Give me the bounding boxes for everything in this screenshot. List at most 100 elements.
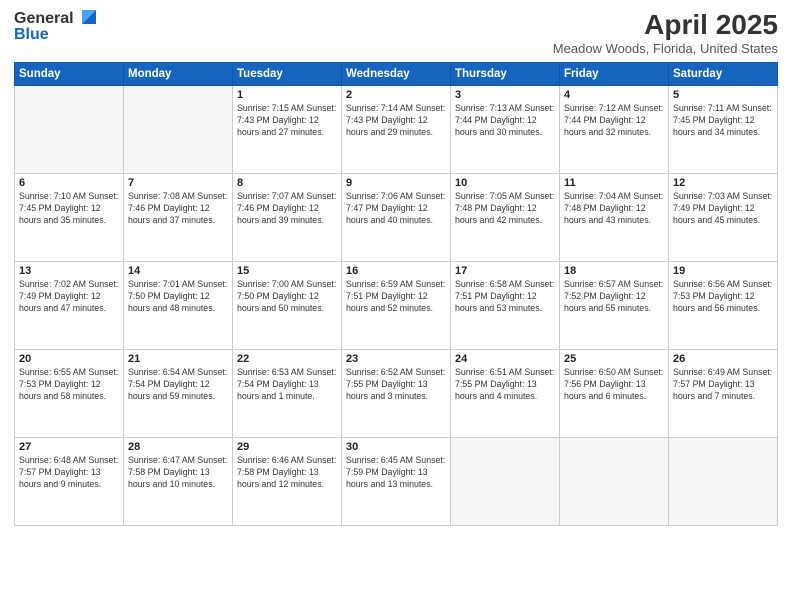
calendar-week-2: 6Sunrise: 7:10 AM Sunset: 7:45 PM Daylig… bbox=[15, 173, 778, 261]
calendar-cell: 12 Sunrise: 7:03 AM Sunset: 7:49 PM Dayli… bbox=[669, 173, 778, 261]
calendar-cell: 9 Sunrise: 7:06 AM Sunset: 7:47 PM Daylig… bbox=[342, 173, 451, 261]
day-info: Sunrise: 7:00 AM Sunset: 7:50 PM Dayligh… bbox=[237, 279, 337, 315]
day-number: 23 bbox=[346, 353, 446, 365]
day-number: 21 bbox=[128, 353, 228, 365]
day-info: Sunrise: 6:54 AM Sunset: 7:54 PM Dayligh… bbox=[128, 367, 228, 403]
day-number: 24 bbox=[455, 353, 555, 365]
calendar-cell: 25Sunrise: 6:50 AM Sunset: 7:56 PM Dayli… bbox=[560, 349, 669, 437]
logo: General Blue bbox=[14, 10, 98, 44]
calendar-cell: 21 Sunrise: 6:54 AM Sunset: 7:54 PM Dayli… bbox=[124, 349, 233, 437]
calendar-cell bbox=[451, 437, 560, 525]
day-number: 20 bbox=[19, 353, 119, 365]
day-header-monday: Monday bbox=[124, 62, 233, 85]
day-number: 28 bbox=[128, 441, 228, 453]
day-header-tuesday: Tuesday bbox=[233, 62, 342, 85]
calendar-week-5: 27 Sunrise: 6:48 AM Sunset: 7:57 PM Dayli… bbox=[15, 437, 778, 525]
day-info: Sunrise: 6:53 AM Sunset: 7:54 PM Dayligh… bbox=[237, 367, 337, 403]
day-number: 22 bbox=[237, 353, 337, 365]
day-info: Sunrise: 6:49 AM Sunset: 7:57 PM Dayligh… bbox=[673, 367, 773, 403]
calendar-cell: 5 Sunrise: 7:11 AM Sunset: 7:45 PM Daylig… bbox=[669, 85, 778, 173]
day-number: 1 bbox=[237, 89, 337, 101]
logo-blue: Blue bbox=[14, 26, 49, 44]
day-info: Sunrise: 7:12 AM Sunset: 7:44 PM Dayligh… bbox=[564, 103, 664, 139]
calendar-cell: 6Sunrise: 7:10 AM Sunset: 7:45 PM Daylig… bbox=[15, 173, 124, 261]
day-info: Sunrise: 7:02 AM Sunset: 7:49 PM Dayligh… bbox=[19, 279, 119, 315]
day-info: Sunrise: 7:04 AM Sunset: 7:48 PM Dayligh… bbox=[564, 191, 664, 227]
day-number: 17 bbox=[455, 265, 555, 277]
day-number: 6 bbox=[19, 177, 119, 189]
day-number: 26 bbox=[673, 353, 773, 365]
day-info: Sunrise: 7:14 AM Sunset: 7:43 PM Dayligh… bbox=[346, 103, 446, 139]
page-subtitle: Meadow Woods, Florida, United States bbox=[553, 41, 778, 56]
title-block: April 2025 Meadow Woods, Florida, United… bbox=[553, 10, 778, 56]
day-number: 19 bbox=[673, 265, 773, 277]
calendar-cell: 16 Sunrise: 6:59 AM Sunset: 7:51 PM Dayli… bbox=[342, 261, 451, 349]
calendar-cell: 11 Sunrise: 7:04 AM Sunset: 7:48 PM Dayli… bbox=[560, 173, 669, 261]
page-title: April 2025 bbox=[553, 10, 778, 41]
calendar-cell bbox=[669, 437, 778, 525]
calendar-cell: 10 Sunrise: 7:05 AM Sunset: 7:48 PM Dayli… bbox=[451, 173, 560, 261]
day-header-thursday: Thursday bbox=[451, 62, 560, 85]
day-info: Sunrise: 7:06 AM Sunset: 7:47 PM Dayligh… bbox=[346, 191, 446, 227]
calendar-cell: 15 Sunrise: 7:00 AM Sunset: 7:50 PM Dayli… bbox=[233, 261, 342, 349]
day-number: 3 bbox=[455, 89, 555, 101]
day-info: Sunrise: 6:51 AM Sunset: 7:55 PM Dayligh… bbox=[455, 367, 555, 403]
day-number: 29 bbox=[237, 441, 337, 453]
day-info: Sunrise: 6:52 AM Sunset: 7:55 PM Dayligh… bbox=[346, 367, 446, 403]
day-info: Sunrise: 7:05 AM Sunset: 7:48 PM Dayligh… bbox=[455, 191, 555, 227]
day-number: 7 bbox=[128, 177, 228, 189]
calendar-cell: 3 Sunrise: 7:13 AM Sunset: 7:44 PM Daylig… bbox=[451, 85, 560, 173]
day-number: 14 bbox=[128, 265, 228, 277]
day-header-saturday: Saturday bbox=[669, 62, 778, 85]
day-info: Sunrise: 7:15 AM Sunset: 7:43 PM Dayligh… bbox=[237, 103, 337, 139]
day-number: 30 bbox=[346, 441, 446, 453]
day-number: 8 bbox=[237, 177, 337, 189]
day-header-wednesday: Wednesday bbox=[342, 62, 451, 85]
day-info: Sunrise: 6:55 AM Sunset: 7:53 PM Dayligh… bbox=[19, 367, 119, 403]
day-info: Sunrise: 7:13 AM Sunset: 7:44 PM Dayligh… bbox=[455, 103, 555, 139]
calendar-cell: 19 Sunrise: 6:56 AM Sunset: 7:53 PM Dayli… bbox=[669, 261, 778, 349]
day-number: 13 bbox=[19, 265, 119, 277]
calendar-cell: 28Sunrise: 6:47 AM Sunset: 7:58 PM Dayli… bbox=[124, 437, 233, 525]
day-info: Sunrise: 6:46 AM Sunset: 7:58 PM Dayligh… bbox=[237, 455, 337, 491]
header-row: SundayMondayTuesdayWednesdayThursdayFrid… bbox=[15, 62, 778, 85]
day-info: Sunrise: 6:50 AM Sunset: 7:56 PM Dayligh… bbox=[564, 367, 664, 403]
calendar-cell: 17 Sunrise: 6:58 AM Sunset: 7:51 PM Dayli… bbox=[451, 261, 560, 349]
day-number: 9 bbox=[346, 177, 446, 189]
day-number: 15 bbox=[237, 265, 337, 277]
day-number: 11 bbox=[564, 177, 664, 189]
calendar-cell: 18 Sunrise: 6:57 AM Sunset: 7:52 PM Dayli… bbox=[560, 261, 669, 349]
calendar-cell bbox=[560, 437, 669, 525]
calendar-week-3: 13 Sunrise: 7:02 AM Sunset: 7:49 PM Dayli… bbox=[15, 261, 778, 349]
day-info: Sunrise: 6:57 AM Sunset: 7:52 PM Dayligh… bbox=[564, 279, 664, 315]
day-info: Sunrise: 7:08 AM Sunset: 7:46 PM Dayligh… bbox=[128, 191, 228, 227]
day-info: Sunrise: 7:11 AM Sunset: 7:45 PM Dayligh… bbox=[673, 103, 773, 139]
page: General Blue April 2025 Meadow Woods, Fl… bbox=[0, 0, 792, 612]
calendar-cell: 8Sunrise: 7:07 AM Sunset: 7:46 PM Daylig… bbox=[233, 173, 342, 261]
day-number: 10 bbox=[455, 177, 555, 189]
calendar-cell: 24 Sunrise: 6:51 AM Sunset: 7:55 PM Dayli… bbox=[451, 349, 560, 437]
day-header-sunday: Sunday bbox=[15, 62, 124, 85]
calendar-cell: 29 Sunrise: 6:46 AM Sunset: 7:58 PM Dayli… bbox=[233, 437, 342, 525]
day-number: 18 bbox=[564, 265, 664, 277]
day-number: 5 bbox=[673, 89, 773, 101]
day-info: Sunrise: 6:59 AM Sunset: 7:51 PM Dayligh… bbox=[346, 279, 446, 315]
calendar-week-4: 20 Sunrise: 6:55 AM Sunset: 7:53 PM Dayli… bbox=[15, 349, 778, 437]
day-number: 4 bbox=[564, 89, 664, 101]
day-number: 12 bbox=[673, 177, 773, 189]
calendar-cell: 20 Sunrise: 6:55 AM Sunset: 7:53 PM Dayli… bbox=[15, 349, 124, 437]
day-info: Sunrise: 6:48 AM Sunset: 7:57 PM Dayligh… bbox=[19, 455, 119, 491]
day-info: Sunrise: 6:45 AM Sunset: 7:59 PM Dayligh… bbox=[346, 455, 446, 491]
day-info: Sunrise: 7:01 AM Sunset: 7:50 PM Dayligh… bbox=[128, 279, 228, 315]
day-info: Sunrise: 6:56 AM Sunset: 7:53 PM Dayligh… bbox=[673, 279, 773, 315]
day-number: 16 bbox=[346, 265, 446, 277]
calendar-cell: 26 Sunrise: 6:49 AM Sunset: 7:57 PM Dayli… bbox=[669, 349, 778, 437]
calendar-cell: 22 Sunrise: 6:53 AM Sunset: 7:54 PM Dayli… bbox=[233, 349, 342, 437]
calendar-cell: 1 Sunrise: 7:15 AM Sunset: 7:43 PM Daylig… bbox=[233, 85, 342, 173]
calendar-cell: 2Sunrise: 7:14 AM Sunset: 7:43 PM Daylig… bbox=[342, 85, 451, 173]
day-header-friday: Friday bbox=[560, 62, 669, 85]
calendar-cell: 14 Sunrise: 7:01 AM Sunset: 7:50 PM Dayli… bbox=[124, 261, 233, 349]
day-info: Sunrise: 6:58 AM Sunset: 7:51 PM Dayligh… bbox=[455, 279, 555, 315]
day-number: 27 bbox=[19, 441, 119, 453]
day-info: Sunrise: 7:03 AM Sunset: 7:49 PM Dayligh… bbox=[673, 191, 773, 227]
